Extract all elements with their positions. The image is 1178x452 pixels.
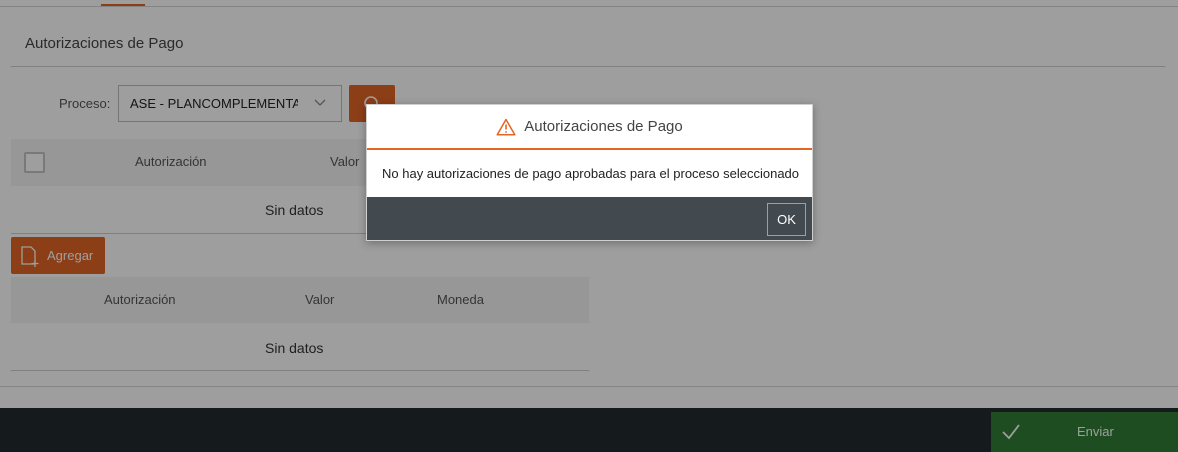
dialog-message: No hay autorizaciones de pago aprobadas … bbox=[382, 166, 800, 181]
dialog-title: Autorizaciones de Pago bbox=[524, 118, 683, 135]
alert-dialog: Autorizaciones de Pago No hay autorizaci… bbox=[366, 104, 813, 241]
dialog-footer: OK bbox=[367, 197, 812, 240]
dialog-header: Autorizaciones de Pago bbox=[367, 105, 812, 150]
ok-button[interactable]: OK bbox=[767, 203, 806, 236]
warning-icon bbox=[496, 118, 516, 136]
